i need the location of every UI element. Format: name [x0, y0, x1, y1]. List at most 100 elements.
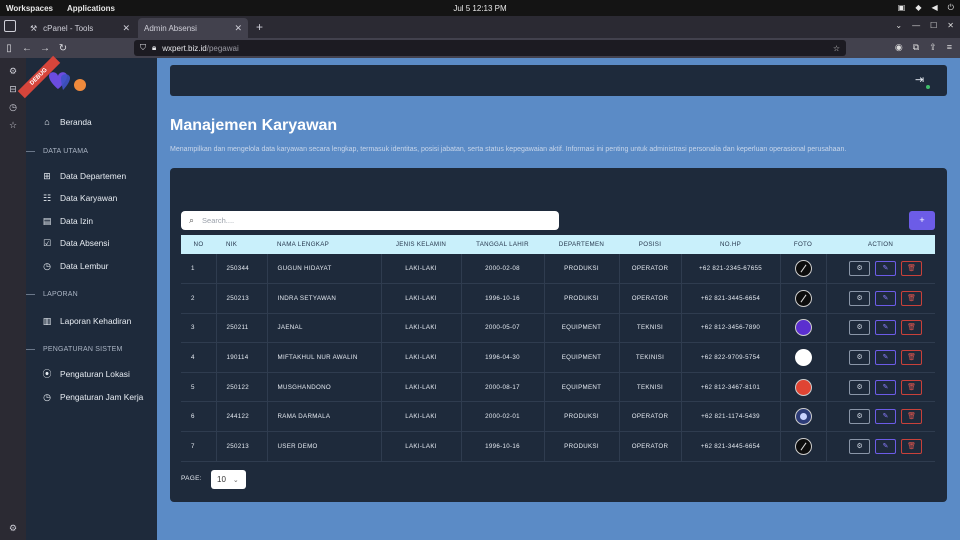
power-icon[interactable]: ⏻ [948, 3, 954, 13]
cell-departemen: EQUIPMENT [544, 342, 620, 373]
sitemap-icon: ⊞ [43, 171, 51, 181]
employee-photo[interactable] [794, 378, 812, 396]
network-icon[interactable]: ◆ [915, 3, 921, 13]
workspaces-menu[interactable]: Workspaces [6, 4, 53, 13]
settings-button[interactable]: ⚙ [849, 350, 871, 366]
lock-icon[interactable]: 🔒︎ [152, 43, 156, 53]
delete-button[interactable]: 🗑︎ [901, 379, 923, 395]
sidebar-item-karyawan[interactable]: ☷ Data Karyawan [42, 193, 117, 203]
settings-button[interactable]: ⚙ [849, 320, 871, 336]
employee-photo[interactable] [794, 408, 812, 426]
app-logo[interactable] [46, 70, 88, 94]
settings-button[interactable]: ⚙ [849, 409, 871, 425]
delete-button[interactable]: 🗑︎ [901, 409, 923, 425]
sidebar-panel-icon[interactable]: ▯ [0, 43, 18, 54]
cell-nama: JAENAL [267, 313, 382, 344]
cell-nama: RAMA DARMALA [267, 401, 382, 433]
list-all-tabs-icon[interactable]: ⌄ [895, 21, 902, 30]
bookmark-star-icon[interactable]: ☆ [833, 44, 840, 53]
employee-photo[interactable] [794, 260, 812, 278]
volume-icon[interactable]: ◀ [932, 3, 938, 13]
cell-nama: MUSGHANDONO [267, 372, 382, 403]
sidebar-item-izin[interactable]: ▤ Data Izin [42, 216, 93, 226]
settings-button[interactable]: ⚙ [849, 379, 871, 395]
applications-menu[interactable]: Applications [67, 4, 115, 13]
sidebar-item-departemen[interactable]: ⊞ Data Departemen [42, 171, 126, 181]
add-employee-button[interactable]: + [909, 211, 935, 230]
employee-photo[interactable] [794, 437, 812, 455]
table-row: 3 250211 JAENAL LAKI-LAKI 2000-05-07 EQU… [181, 313, 935, 344]
employee-photo[interactable] [794, 319, 812, 337]
system-clock[interactable]: Jul 5 12:13 PM [453, 4, 506, 13]
browser-nav-bar: ▯ ← → ↻ ⛉ 🔒︎ wxpert.biz.id/pegawai ☆ ◉ ⧉… [0, 38, 960, 58]
extensions-icon[interactable]: ⧉ [913, 42, 919, 53]
settings-icon[interactable]: ⚙ [8, 66, 18, 76]
close-tab-icon[interactable]: ✕ [234, 23, 242, 34]
search-input[interactable] [202, 216, 543, 225]
sidebar-item-absensi[interactable]: ☑ Data Absensi [42, 238, 109, 248]
cell-jenis-kelamin: LAKI-LAKI [381, 313, 462, 344]
edit-button[interactable]: ✎ [875, 320, 897, 336]
col-nik: NIK [216, 235, 267, 254]
share-icon[interactable]: ⇪ [929, 42, 937, 53]
browser-sidebar: ⚙ ⊟ ◷ ☆ ⚙ [0, 58, 26, 540]
back-icon[interactable]: ← [18, 43, 36, 54]
customize-icon[interactable]: ⚙ [8, 523, 18, 533]
favorites-icon[interactable]: ☆ [8, 120, 18, 130]
tray-app-icon[interactable]: ▣ [898, 3, 906, 13]
table-row: 4 190114 MIFTAKHUL NUR AWALIN LAKI-LAKI … [181, 342, 935, 373]
sidebar-item-label: Beranda [60, 117, 92, 127]
new-tab-icon[interactable]: + [256, 18, 263, 38]
delete-button[interactable]: 🗑︎ [901, 350, 923, 366]
settings-button[interactable]: ⚙ [849, 438, 871, 454]
sidebar-item-pengaturan-jam-kerja[interactable]: ◷ Pengaturan Jam Kerja [42, 392, 143, 402]
bookmarks-icon[interactable]: ⊟ [8, 84, 18, 94]
tab-admin-absensi[interactable]: Admin Absensi ✕ [138, 18, 248, 38]
page-size-select[interactable]: 10 ⌄ [211, 470, 246, 489]
menu-icon[interactable]: ≡ [947, 42, 952, 53]
maximize-icon[interactable]: ☐ [930, 21, 937, 30]
account-icon[interactable]: ◉ [895, 42, 903, 53]
cell-no: 6 [181, 401, 217, 433]
cell-action: ⚙ ✎ 🗑︎ [826, 254, 935, 285]
sidebar-item-laporan-kehadiran[interactable]: ▥ Laporan Kehadiran [42, 316, 132, 326]
sidebar-toggle-icon[interactable] [4, 20, 16, 32]
reload-icon[interactable]: ↻ [54, 43, 72, 54]
history-icon[interactable]: ◷ [8, 102, 18, 112]
search-box[interactable]: ⌕ [181, 211, 559, 230]
edit-button[interactable]: ✎ [875, 379, 897, 395]
table-row: 5 250122 MUSGHANDONO LAKI-LAKI 2000-08-1… [181, 372, 935, 403]
col-tanggal-lahir: TANGGAL LAHIR [461, 235, 544, 254]
close-tab-icon[interactable]: ✕ [122, 23, 130, 34]
cell-no: 4 [181, 342, 217, 373]
shield-icon[interactable]: ⛉ [140, 43, 146, 53]
delete-button[interactable]: 🗑︎ [901, 290, 923, 306]
employee-photo[interactable] [794, 349, 812, 367]
sidebar-item-label: Pengaturan Lokasi [60, 369, 130, 379]
col-jenis-kelamin: JENIS KELAMIN [381, 235, 461, 254]
edit-button[interactable]: ✎ [875, 290, 897, 306]
edit-button[interactable]: ✎ [875, 438, 897, 454]
tab-cpanel[interactable]: ⚒ cPanel - Tools ✕ [24, 18, 136, 38]
sidebar-item-lembur[interactable]: ◷ Data Lembur [42, 261, 108, 271]
url-bar[interactable]: ⛉ 🔒︎ wxpert.biz.id/pegawai ☆ [134, 40, 846, 56]
cell-no-hp: +62 812-3467-8101 [681, 372, 781, 403]
chevron-down-icon: ⌄ [232, 476, 239, 484]
settings-button[interactable]: ⚙ [849, 261, 871, 277]
edit-button[interactable]: ✎ [875, 350, 897, 366]
cell-tanggal-lahir: 2000-02-08 [461, 254, 545, 285]
edit-button[interactable]: ✎ [875, 261, 897, 277]
delete-button[interactable]: 🗑︎ [901, 320, 923, 336]
sidebar-item-pengaturan-lokasi[interactable]: ⦿ Pengaturan Lokasi [42, 369, 130, 379]
close-window-icon[interactable]: ✕ [947, 21, 954, 30]
employee-photo[interactable] [794, 289, 812, 307]
settings-button[interactable]: ⚙ [849, 290, 871, 306]
cell-no-hp: +62 821-2345-67655 [681, 254, 781, 285]
sidebar-item-beranda[interactable]: ⌂ Beranda [42, 117, 92, 127]
col-nama: NAMA LENGKAP [267, 235, 381, 254]
minimize-icon[interactable]: — [912, 21, 920, 30]
delete-button[interactable]: 🗑︎ [901, 438, 923, 454]
delete-button[interactable]: 🗑︎ [901, 261, 923, 277]
forward-icon[interactable]: → [36, 43, 54, 54]
edit-button[interactable]: ✎ [875, 409, 897, 425]
